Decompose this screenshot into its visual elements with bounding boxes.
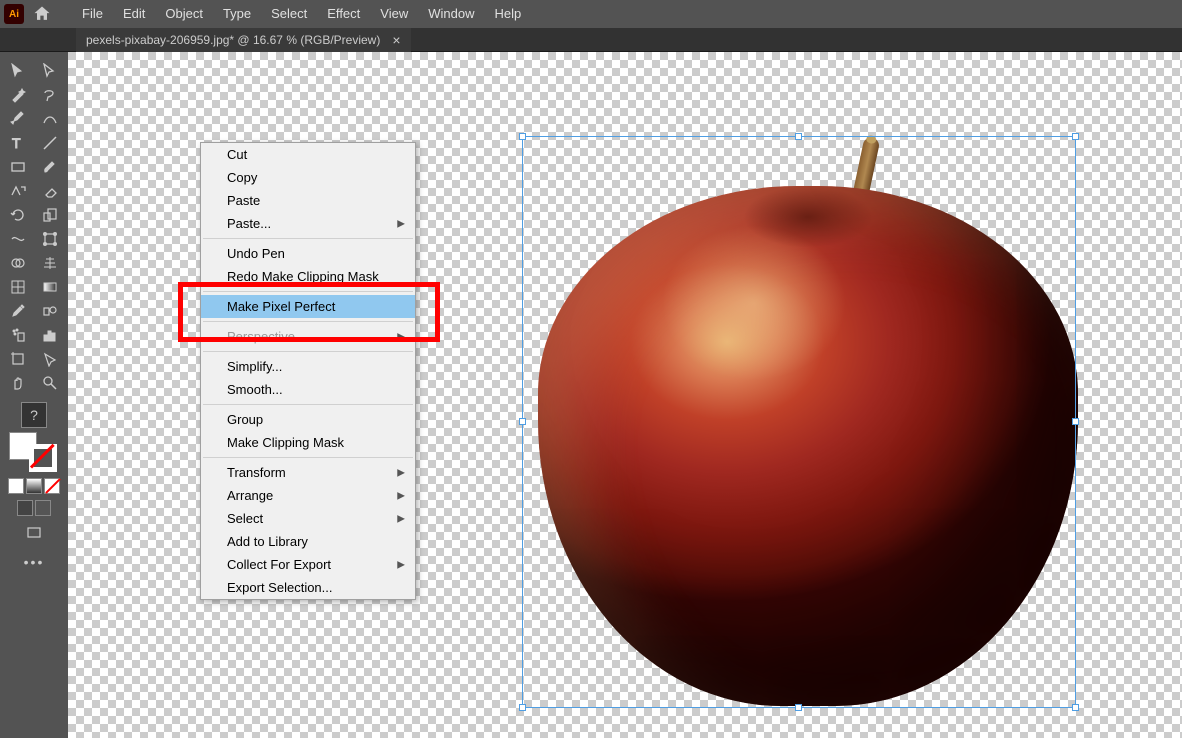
menu-file[interactable]: File [72, 0, 113, 28]
ctx-smooth[interactable]: Smooth... [201, 378, 415, 401]
menu-edit[interactable]: Edit [113, 0, 155, 28]
tab-strip: pexels-pixabay-206959.jpg* @ 16.67 % (RG… [0, 28, 1182, 52]
tab-title: pexels-pixabay-206959.jpg* @ 16.67 % (RG… [86, 33, 380, 47]
rotate-tool[interactable] [3, 204, 33, 226]
menu-help[interactable]: Help [484, 0, 531, 28]
context-menu: Cut Copy Paste Paste...▶ Undo Pen Redo M… [200, 142, 416, 600]
separator [203, 404, 413, 405]
ctx-paste[interactable]: Paste [201, 189, 415, 212]
chevron-right-icon: ▶ [397, 490, 405, 501]
screen-mode-tool[interactable] [19, 522, 49, 544]
chevron-right-icon: ▶ [397, 218, 405, 229]
free-transform-tool[interactable] [35, 228, 65, 250]
magic-wand-tool[interactable] [3, 84, 33, 106]
mesh-tool[interactable] [3, 276, 33, 298]
menu-view[interactable]: View [370, 0, 418, 28]
slice-tool[interactable] [35, 348, 65, 370]
svg-text:T: T [12, 135, 21, 151]
chevron-right-icon: ▶ [397, 559, 405, 570]
draw-behind[interactable] [35, 500, 51, 516]
chevron-right-icon: ▶ [397, 513, 405, 524]
bbox-handle[interactable] [519, 133, 526, 140]
type-tool[interactable]: T [3, 132, 33, 154]
menubar: Ai File Edit Object Type Select Effect V… [0, 0, 1182, 28]
ctx-group[interactable]: Group [201, 408, 415, 431]
eraser-tool[interactable] [35, 180, 65, 202]
help-box[interactable]: ? [21, 402, 47, 428]
ctx-redo[interactable]: Redo Make Clipping Mask [201, 265, 415, 288]
none-mode[interactable] [44, 478, 60, 494]
separator [203, 238, 413, 239]
blend-tool[interactable] [35, 300, 65, 322]
separator [203, 321, 413, 322]
scale-tool[interactable] [35, 204, 65, 226]
separator [203, 457, 413, 458]
ctx-undo[interactable]: Undo Pen [201, 242, 415, 265]
ctx-transform[interactable]: Transform▶ [201, 461, 415, 484]
app-icon: Ai [4, 4, 24, 24]
ctx-add-to-library[interactable]: Add to Library [201, 530, 415, 553]
separator [203, 351, 413, 352]
gradient-tool[interactable] [35, 276, 65, 298]
width-tool[interactable] [3, 228, 33, 250]
selection-tool[interactable] [3, 60, 33, 82]
apple-body [538, 186, 1078, 706]
rectangle-tool[interactable] [3, 156, 33, 178]
shape-builder-tool[interactable] [3, 252, 33, 274]
home-icon[interactable] [32, 4, 52, 24]
lasso-tool[interactable] [35, 84, 65, 106]
apple-image [538, 136, 1078, 706]
ctx-cut[interactable]: Cut [201, 143, 415, 166]
bbox-handle[interactable] [519, 704, 526, 711]
paintbrush-tool[interactable] [35, 156, 65, 178]
document-tab[interactable]: pexels-pixabay-206959.jpg* @ 16.67 % (RG… [76, 28, 411, 52]
color-mode[interactable] [8, 478, 24, 494]
ctx-collect-for-export[interactable]: Collect For Export▶ [201, 553, 415, 576]
ctx-make-clipping-mask[interactable]: Make Clipping Mask [201, 431, 415, 454]
perspective-grid-tool[interactable] [35, 252, 65, 274]
bbox-handle[interactable] [519, 418, 526, 425]
ctx-make-pixel-perfect[interactable]: Make Pixel Perfect [201, 295, 415, 318]
line-tool[interactable] [35, 132, 65, 154]
chevron-right-icon: ▶ [397, 467, 405, 478]
menu-object[interactable]: Object [155, 0, 213, 28]
eyedropper-tool[interactable] [3, 300, 33, 322]
ctx-select[interactable]: Select▶ [201, 507, 415, 530]
menu-effect[interactable]: Effect [317, 0, 370, 28]
menu-type[interactable]: Type [213, 0, 261, 28]
direct-selection-tool[interactable] [35, 60, 65, 82]
separator [203, 291, 413, 292]
ctx-perspective: Perspective▶ [201, 325, 415, 348]
edit-toolbar-icon[interactable]: ••• [24, 554, 45, 570]
draw-normal[interactable] [17, 500, 33, 516]
stroke-swatch[interactable] [29, 444, 57, 472]
zoom-tool[interactable] [35, 372, 65, 394]
column-graph-tool[interactable] [35, 324, 65, 346]
toolbox: T ? ••• [0, 52, 68, 738]
tab-close-icon[interactable]: × [392, 32, 400, 48]
curvature-tool[interactable] [35, 108, 65, 130]
ctx-export-selection[interactable]: Export Selection... [201, 576, 415, 599]
menu-window[interactable]: Window [418, 0, 484, 28]
pen-tool[interactable] [3, 108, 33, 130]
chevron-right-icon: ▶ [397, 331, 405, 342]
gradient-mode[interactable] [26, 478, 42, 494]
ctx-copy[interactable]: Copy [201, 166, 415, 189]
hand-tool[interactable] [3, 372, 33, 394]
ctx-arrange[interactable]: Arrange▶ [201, 484, 415, 507]
artboard-tool[interactable] [3, 348, 33, 370]
fill-stroke-swatch[interactable] [9, 432, 59, 472]
color-mode-row [8, 478, 60, 494]
menu-select[interactable]: Select [261, 0, 317, 28]
ctx-paste-sub[interactable]: Paste...▶ [201, 212, 415, 235]
shaper-tool[interactable] [3, 180, 33, 202]
symbol-sprayer-tool[interactable] [3, 324, 33, 346]
screen-mode-row [17, 500, 51, 516]
ctx-simplify[interactable]: Simplify... [201, 355, 415, 378]
